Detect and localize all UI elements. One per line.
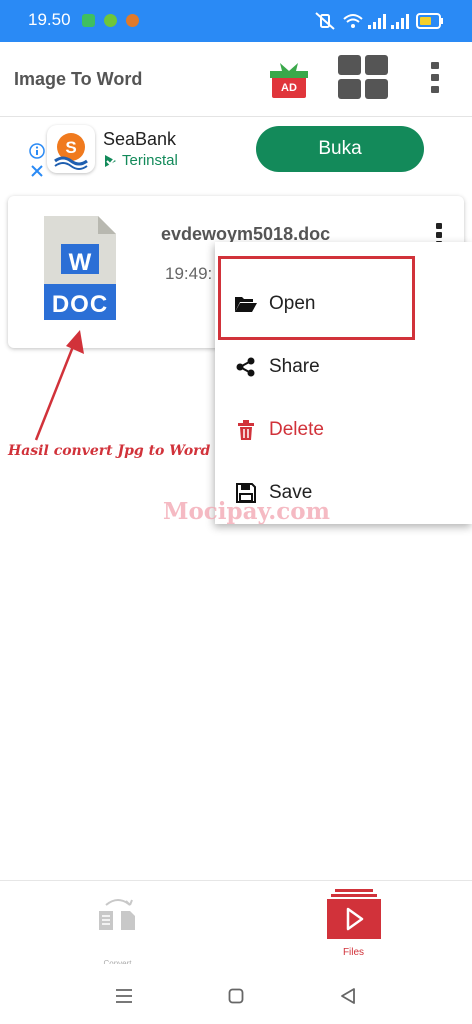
menu-item-delete[interactable]: Delete [215,400,472,460]
share-icon [235,356,257,378]
app-title: Image To Word [14,69,143,89]
battery-icon [416,13,443,29]
ad-gift-button[interactable]: AD [270,62,308,100]
tab-convert[interactable]: Convert [70,891,165,968]
watermark: Mocipay.com [163,498,330,525]
mute-vibrate-icon [315,12,335,30]
signal-icon-2 [391,14,409,29]
notification-app-icon [104,14,117,27]
recent-apps-icon[interactable] [115,988,133,1004]
overflow-menu-button[interactable] [425,60,445,96]
ad-badge-label: AD [281,82,297,94]
ad-open-button[interactable]: Buka [256,126,424,172]
bottom-navigation: Convert Files [0,880,472,968]
installed-check-icon [105,155,118,167]
trash-icon [235,419,257,441]
files-play-icon [327,889,381,939]
status-time: 19.50 [28,10,71,29]
ad-installed-label: Terinstal [122,152,178,169]
file-time: 19:49: [165,264,213,283]
home-icon[interactable] [228,988,244,1004]
wifi-icon [343,14,363,28]
convert-icon [99,899,135,930]
word-icon-letter: W [68,249,92,276]
back-icon[interactable] [340,987,356,1005]
annotation-arrow-icon [34,330,84,441]
app-bar: Image To Word AD [0,42,472,117]
word-icon-label: DOC [51,291,109,318]
ad-advertiser-name: SeaBank [103,129,177,149]
gift-icon [270,63,308,98]
seabank-logo: S [47,125,95,173]
seabank-logo-icon: S [54,133,88,170]
grid-icon [338,55,388,99]
more-vertical-icon [431,62,439,93]
tab-files-label: Files [342,947,365,958]
grid-view-button[interactable] [338,55,388,99]
status-bar: 19.50 [0,0,472,42]
open-highlight-box [218,256,415,340]
system-navigation-bar [0,964,472,1024]
menu-item-share[interactable]: Share [215,337,472,397]
tab-files[interactable]: Files [306,885,401,961]
ad-close-icon[interactable] [30,164,44,178]
ad-info-icon[interactable] [29,143,45,159]
annotation-caption: Hasil convert Jpg to Word [8,443,211,459]
signal-icon [368,14,386,29]
ad-banner[interactable]: S SeaBank Terinstal Buka [0,117,472,187]
notification-shop-icon [126,14,139,27]
menu-item-share-label: Share [269,356,320,377]
notification-chat-icon [82,14,95,27]
svg-text:S: S [65,138,76,157]
menu-item-delete-label: Delete [269,419,324,440]
